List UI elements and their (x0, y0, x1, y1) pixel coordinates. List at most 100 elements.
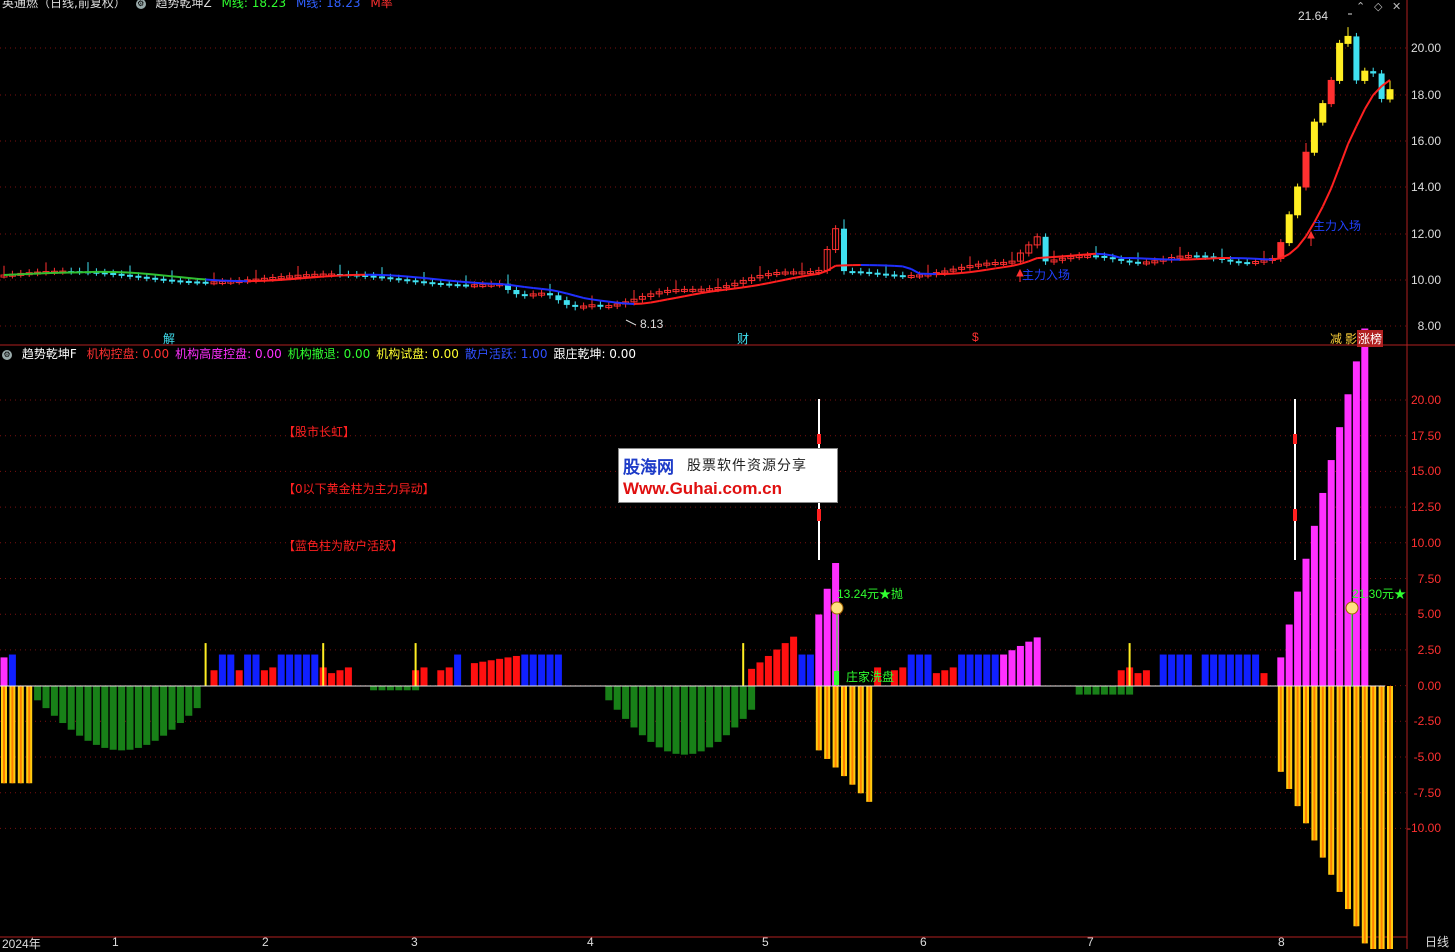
indicator-tick: 20.00 (1411, 393, 1441, 407)
sell-tag-2: 21.30元★ (1352, 585, 1406, 602)
gold-bar-core (1305, 686, 1307, 823)
candle-body (144, 277, 150, 279)
watermark-title: 股海网 (623, 453, 674, 478)
indicator-bar (1168, 655, 1175, 686)
green-bar (68, 686, 75, 730)
green-bar (85, 686, 92, 741)
candle-body (1244, 262, 1250, 264)
indicator-bar (832, 563, 839, 686)
green-bar (748, 686, 755, 710)
candle-body (1295, 187, 1301, 215)
ma-line (894, 266, 902, 267)
indicator-bar (437, 670, 444, 686)
ma-line (1029, 258, 1037, 261)
indicator-bar (1277, 657, 1284, 686)
gold-bar-core (868, 686, 870, 802)
gold-bar-core (20, 686, 22, 783)
gold-bar-core (1347, 686, 1349, 909)
price-tick: 20.00 (1411, 41, 1441, 55)
indicator-bar (345, 667, 352, 686)
indicator-settings-icon[interactable]: ⚙ (2, 350, 12, 360)
month-label: 7 (1087, 935, 1094, 949)
candle-body (135, 276, 141, 278)
window-restore-button[interactable]: ◇ (1374, 0, 1382, 13)
candle-body (371, 276, 377, 278)
gold-bar-core (1372, 686, 1374, 949)
ma-line (659, 299, 667, 301)
ma-line (172, 276, 180, 277)
sub-indicator-name[interactable]: 趋势乾坤F (22, 347, 77, 361)
green-bar (152, 686, 159, 741)
indicator-bar (1303, 559, 1310, 686)
ma-line (726, 289, 734, 290)
main-entry-signal-2: 主力入场 (1022, 266, 1070, 283)
candle-body (404, 279, 410, 281)
gold-bar-core (1389, 686, 1391, 949)
candle-body (1101, 256, 1107, 258)
ma-line (600, 301, 608, 302)
indicator-value-5: 跟庄乾坤: 0.00 (553, 347, 636, 361)
candle-body (1387, 90, 1393, 99)
indicator-bar (807, 655, 814, 686)
marker-jie[interactable]: 解 (163, 330, 175, 347)
money-bag-icon (831, 602, 843, 614)
indicator-bar (1034, 637, 1041, 686)
green-bar (51, 686, 58, 716)
indicator-bar (1328, 460, 1335, 686)
marker-zhangbang[interactable]: 涨榜 (1357, 330, 1383, 347)
window-up-button[interactable]: ⌃ (1356, 0, 1365, 13)
ma-line (953, 273, 961, 274)
window-close-button[interactable]: ✕ (1392, 0, 1401, 13)
ma-line (180, 277, 188, 278)
month-label: 1 (112, 935, 119, 949)
ma-line (668, 298, 676, 300)
green-bar (177, 686, 184, 723)
price-tick: 18.00 (1411, 88, 1441, 102)
ma-line (1088, 254, 1096, 255)
ma-line (710, 291, 718, 292)
indicator-bar (1009, 650, 1016, 686)
gold-bar-core (851, 686, 853, 785)
marker-cai[interactable]: 财 (737, 330, 749, 347)
indicator-bar (757, 662, 764, 686)
candle-body (1286, 215, 1292, 243)
green-bar (135, 686, 142, 748)
candle-body (177, 280, 183, 282)
marker-ying[interactable]: 影 (1345, 330, 1357, 347)
candle-body (429, 282, 435, 284)
gold-bar-core (1280, 686, 1282, 772)
candle-body (379, 276, 385, 278)
indicator-bar (471, 663, 478, 686)
ma-line (206, 280, 214, 281)
indicator-bar (824, 589, 831, 686)
candle-body (522, 294, 528, 296)
price-tick: 8.00 (1418, 319, 1441, 333)
green-bar (404, 686, 411, 690)
ma-line (441, 280, 449, 281)
indicator-bar (479, 662, 486, 686)
marker-jian[interactable]: 减 (1330, 330, 1342, 347)
ma-line (911, 269, 919, 274)
candle-body (152, 278, 158, 280)
indicator-bar (538, 655, 545, 686)
indicator-bar (1025, 642, 1032, 686)
indicator-bar (446, 667, 453, 686)
ma-line (735, 287, 743, 288)
indicator-bar (1118, 670, 1125, 686)
indicator-bar (488, 660, 495, 686)
indicator-bar (908, 655, 915, 686)
money-bag-icon (1346, 602, 1358, 614)
ma-line (987, 268, 995, 269)
candle-body (866, 272, 872, 274)
indicator-bar (253, 655, 260, 686)
indicator-bar (983, 655, 990, 686)
indicator-value-1: 机构高度控盘: 0.00 (175, 347, 282, 361)
ma-line (399, 276, 407, 277)
candle-body (110, 273, 116, 275)
main-indicator-name[interactable]: 趋势乾坤Z (155, 0, 211, 10)
period-label[interactable]: 日线 (1425, 933, 1449, 950)
ma-line (642, 302, 650, 303)
marker-dollar[interactable]: $ (972, 330, 979, 344)
settings-circle-icon[interactable]: ⚙ (136, 0, 146, 9)
indicator-bar (303, 655, 310, 686)
